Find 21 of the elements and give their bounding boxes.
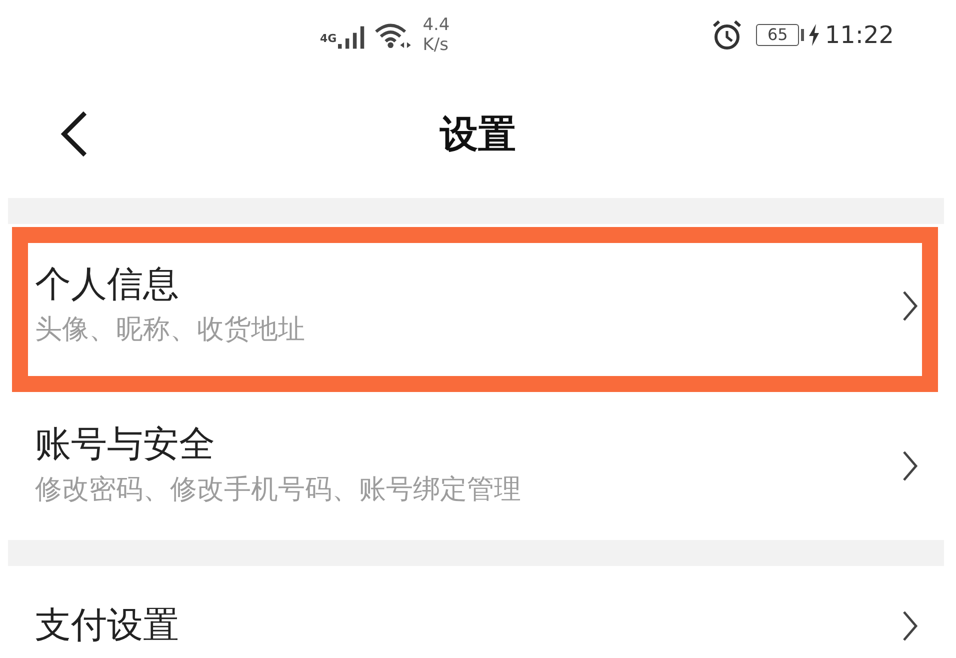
item-title: 支付设置 xyxy=(35,604,179,648)
wifi-icon xyxy=(374,22,411,48)
item-title: 个人信息 xyxy=(35,263,179,307)
clock-time: 11:22 xyxy=(824,21,894,49)
settings-item[interactable]: 支付设置 xyxy=(8,566,944,658)
network-type-label: 4G xyxy=(320,32,337,45)
alarm-clock-icon xyxy=(712,20,742,50)
item-title: 账号与安全 xyxy=(35,423,215,467)
item-description: 修改密码、修改手机号码、账号绑定管理 xyxy=(35,473,521,507)
item-description: 头像、昵称、收货地址 xyxy=(35,313,305,347)
chevron-right-icon xyxy=(902,290,918,322)
network-speed: 4.4 xyxy=(422,15,450,35)
settings-item[interactable]: 账号与安全 修改密码、修改手机号码、账号绑定管理 xyxy=(8,392,944,540)
battery-indicator: 65 xyxy=(756,24,804,46)
chevron-right-icon xyxy=(902,610,918,642)
signal-bars-icon xyxy=(338,26,366,48)
settings-item[interactable]: 个人信息 头像、昵称、收货地址 xyxy=(12,227,938,392)
network-speed-unit: K/s xyxy=(422,35,450,55)
chevron-left-icon xyxy=(60,111,88,157)
page-title: 设置 xyxy=(440,110,516,158)
chevron-right-icon xyxy=(902,450,918,482)
